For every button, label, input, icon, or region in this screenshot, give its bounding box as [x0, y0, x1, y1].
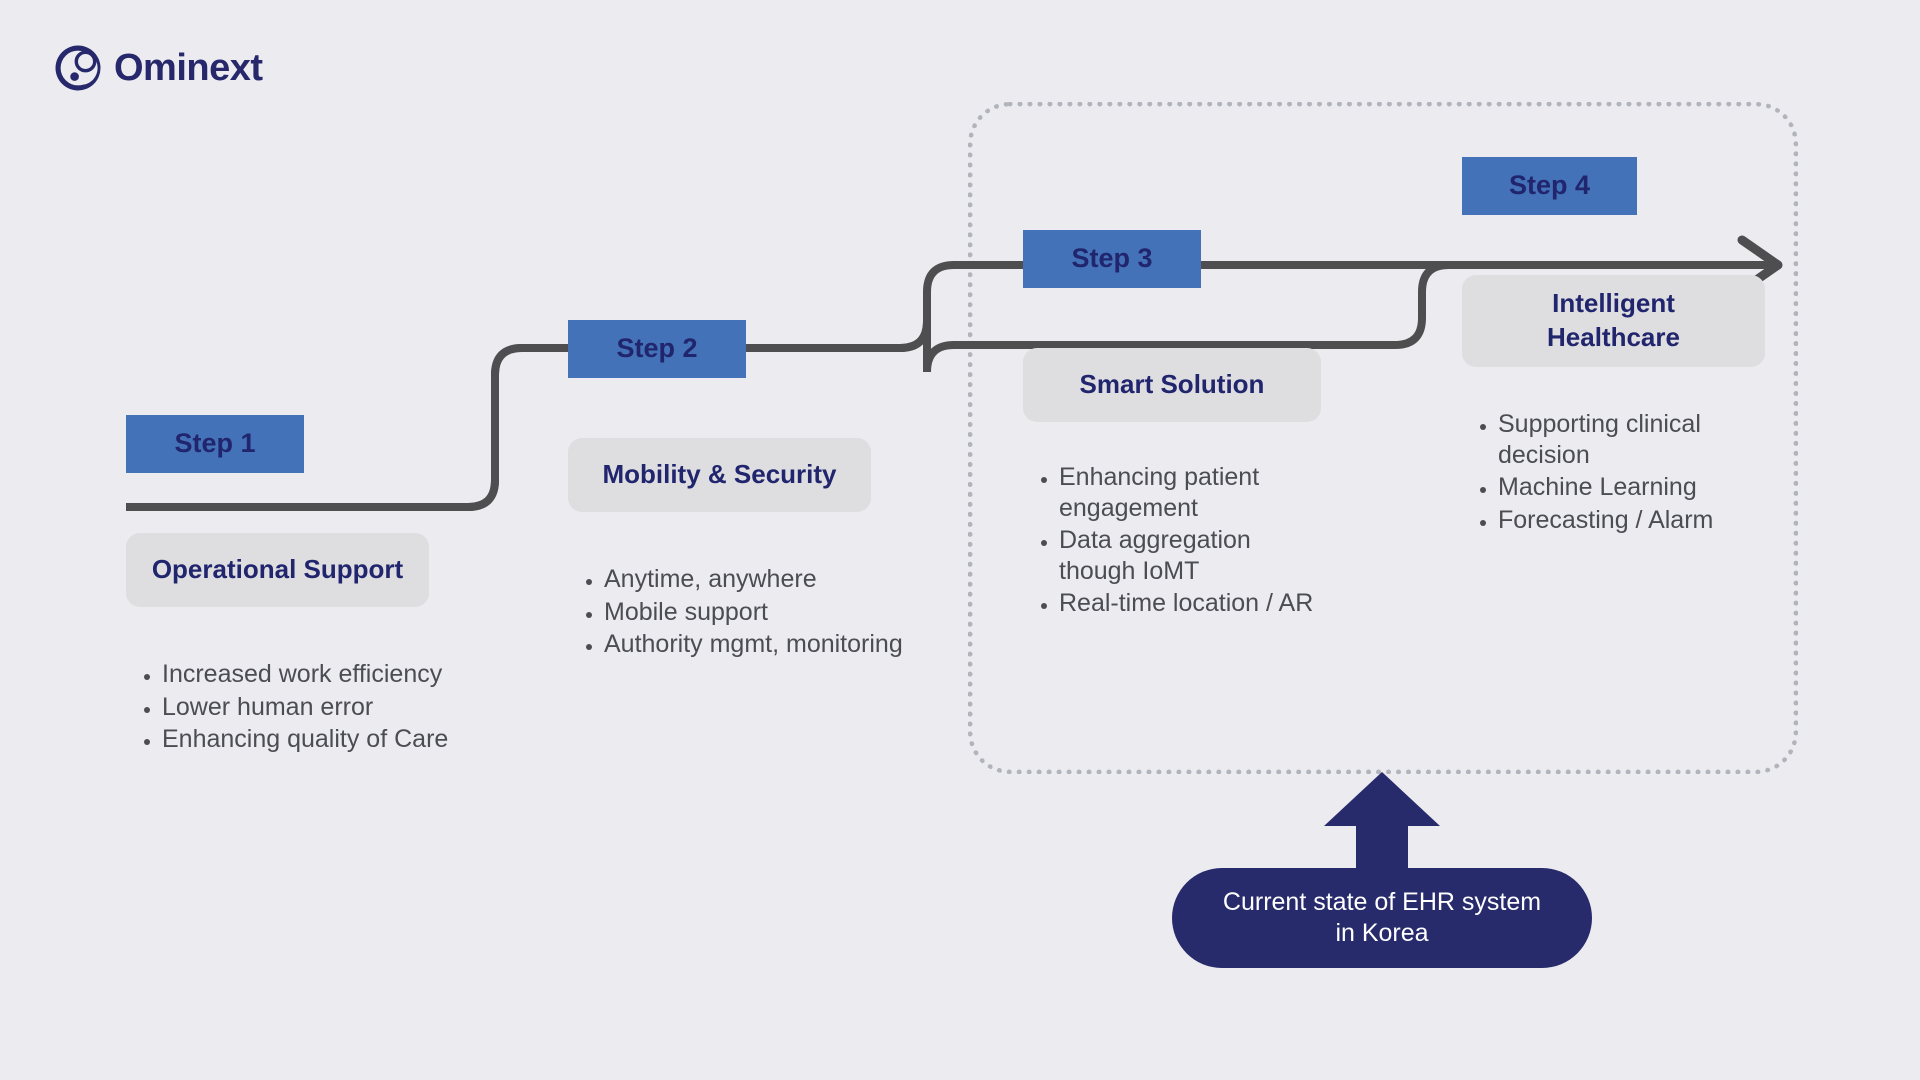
step-column-2: Step 2 Mobility & Security Anytime, anyw…: [568, 320, 903, 662]
ominext-swirl-icon: [55, 45, 101, 91]
step-title-4-line1: Intelligent: [1552, 288, 1675, 319]
arrow-up-icon: [1324, 772, 1440, 870]
step-column-3: Step 3 Smart Solution Enhancing patient …: [1023, 230, 1323, 621]
step-badge-2[interactable]: Step 2: [568, 320, 746, 378]
list-item: Anytime, anywhere: [604, 564, 924, 595]
step-title-3: Smart Solution: [1023, 348, 1321, 422]
callout-label: Current state of EHR system in Korea: [1172, 868, 1592, 968]
step-bullets-3: Enhancing patient engagement Data aggreg…: [1023, 462, 1329, 619]
brand-name: Ominext: [114, 47, 263, 89]
step-badge-4[interactable]: Step 4: [1462, 157, 1637, 215]
slide-canvas: Ominext Step 1 Operational Support Incre…: [0, 0, 1920, 1080]
list-item: Increased work efficiency: [162, 659, 482, 690]
step-bullets-1: Increased work efficiency Lower human er…: [126, 659, 482, 755]
list-item: Data aggregation though IoMT: [1059, 525, 1329, 586]
step-column-1: Step 1 Operational Support Increased wor…: [126, 415, 456, 757]
step-title-4-line2: Healthcare: [1547, 322, 1680, 352]
list-item: Supporting clinical decision: [1498, 409, 1788, 470]
current-state-callout: Current state of EHR system in Korea: [1172, 770, 1592, 968]
brand-logo: Ominext: [52, 42, 263, 94]
list-item: Authority mgmt, monitoring: [604, 629, 924, 660]
list-item: Lower human error: [162, 692, 482, 723]
step-column-4: Step 4 Intelligent Healthcare Supporting…: [1462, 157, 1772, 537]
step-bullets-2: Anytime, anywhere Mobile support Authori…: [568, 564, 924, 660]
list-item: Real-time location / AR: [1059, 588, 1329, 619]
list-item: Enhancing quality of Care: [162, 724, 482, 755]
step-badge-1[interactable]: Step 1: [126, 415, 304, 473]
list-item: Forecasting / Alarm: [1498, 505, 1788, 536]
list-item: Machine Learning: [1498, 472, 1788, 503]
step-badge-3[interactable]: Step 3: [1023, 230, 1201, 288]
step-title-2: Mobility & Security: [568, 438, 871, 512]
list-item: Mobile support: [604, 597, 924, 628]
step-bullets-4: Supporting clinical decision Machine Lea…: [1462, 409, 1788, 535]
step-title-1: Operational Support: [126, 533, 429, 607]
list-item: Enhancing patient engagement: [1059, 462, 1329, 523]
step-title-4: Intelligent Healthcare: [1462, 275, 1765, 367]
